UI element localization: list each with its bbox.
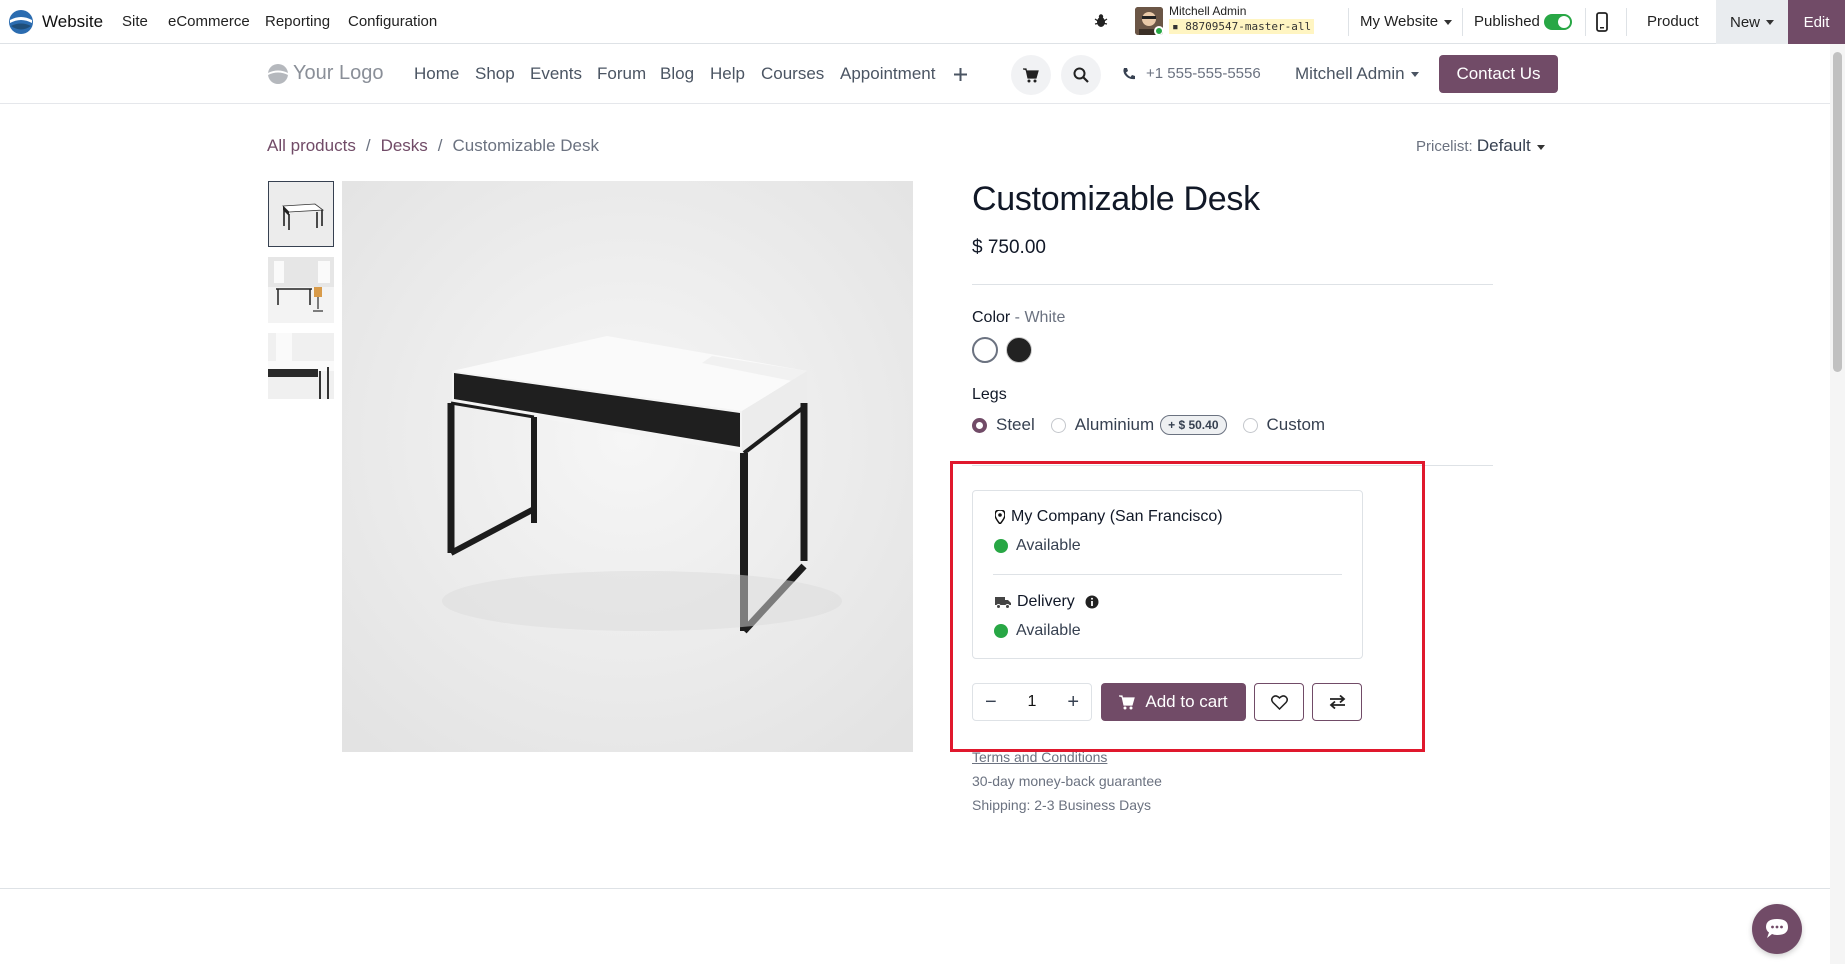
site-logo[interactable]: Your Logo — [267, 62, 383, 85]
nav-help[interactable]: Help — [710, 64, 745, 84]
legs-options: Steel Aluminium + $ 50.40 Custom — [972, 415, 1325, 435]
legs-option-label[interactable]: Custom — [1267, 415, 1326, 435]
legs-radio-aluminium[interactable] — [1050, 417, 1066, 433]
contact-us-label: Contact Us — [1456, 64, 1541, 83]
legs-option-label[interactable]: Aluminium — [1075, 415, 1154, 435]
nav-home[interactable]: Home — [414, 64, 459, 84]
chevron-down-icon — [1444, 19, 1453, 25]
chevron-down-icon — [1536, 144, 1545, 150]
bug-icon[interactable] — [1092, 12, 1110, 30]
chevron-down-icon — [1766, 19, 1774, 25]
edit-button-label: Edit — [1803, 13, 1830, 31]
breadcrumb: All products / Desks / Customizable Desk — [267, 136, 599, 156]
website-header: Your Logo Home Shop Events Forum Blog He… — [0, 44, 1830, 104]
divider — [0, 888, 1830, 889]
website-switcher[interactable]: My Website — [1360, 13, 1453, 30]
divider — [1585, 8, 1586, 36]
user-menu[interactable]: Mitchell Admin — [1295, 64, 1419, 84]
nav-appointment[interactable]: Appointment — [840, 64, 935, 84]
nav-events[interactable]: Events — [530, 64, 582, 84]
divider — [1626, 8, 1627, 36]
website-switcher-label: My Website — [1360, 13, 1439, 30]
legs-radio-steel[interactable] — [972, 417, 987, 433]
nav-forum[interactable]: Forum — [597, 64, 646, 84]
menu-configuration[interactable]: Configuration — [348, 13, 437, 30]
menu-site[interactable]: Site — [122, 13, 148, 30]
plus-icon[interactable] — [954, 68, 967, 81]
nav-shop[interactable]: Shop — [475, 64, 515, 84]
pricelist-value: Default — [1476, 136, 1531, 155]
logo-icon — [268, 63, 288, 84]
new-button[interactable]: New — [1716, 0, 1788, 44]
breadcrumb-separator: / — [437, 136, 443, 155]
color-swatch-white[interactable] — [972, 337, 998, 363]
online-status-dot — [1154, 26, 1163, 35]
price-extra-badge: + $ 50.40 — [1160, 415, 1227, 435]
guarantee-text: 30-day money-back guarantee — [972, 773, 1162, 789]
website-app-icon[interactable] — [8, 9, 34, 35]
product-menu[interactable]: Product — [1647, 13, 1699, 30]
published-label: Published — [1474, 13, 1540, 30]
database-name: 88709547-master-all — [1185, 20, 1312, 33]
live-chat-button[interactable] — [1752, 904, 1802, 954]
product-thumbnail[interactable] — [268, 333, 334, 399]
nav-blog[interactable]: Blog — [660, 64, 694, 84]
color-value: White — [1024, 309, 1066, 326]
highlight-box — [950, 461, 1425, 752]
chat-icon — [1766, 919, 1788, 938]
nav-courses[interactable]: Courses — [761, 64, 824, 84]
menu-ecommerce[interactable]: eCommerce — [168, 13, 250, 30]
database-badge: ▪ 88709547-master-all — [1169, 19, 1315, 34]
logo-text: Your Logo — [293, 62, 384, 84]
new-button-label: New — [1729, 13, 1760, 31]
phone-icon — [1123, 67, 1135, 79]
product-title: Customizable Desk — [972, 180, 1260, 218]
shipping-text: Shipping: 2-3 Business Days — [972, 797, 1151, 813]
breadcrumb-all-products[interactable]: All products — [267, 136, 356, 156]
published-toggle[interactable] — [1544, 14, 1572, 30]
color-attribute-label: Color - White — [972, 309, 1065, 327]
terms-and-conditions-link[interactable]: Terms and Conditions — [972, 749, 1107, 765]
avatar[interactable] — [1135, 7, 1163, 35]
cart-button[interactable] — [1011, 55, 1051, 95]
color-separator: - — [1010, 309, 1025, 326]
divider — [1348, 8, 1349, 36]
desk-closeup-thumbnail-image — [268, 333, 334, 399]
search-icon — [1073, 67, 1089, 83]
page-scrollbar[interactable] — [1830, 44, 1845, 964]
edit-button[interactable]: Edit — [1788, 0, 1845, 44]
search-button[interactable] — [1061, 55, 1101, 95]
legs-option-label[interactable]: Steel — [996, 415, 1035, 435]
color-swatch-black[interactable] — [1006, 337, 1032, 363]
admin-navbar: Website Site eCommerce Reporting Configu… — [0, 0, 1845, 44]
breadcrumb-desks[interactable]: Desks — [381, 136, 428, 156]
pricelist-label: Pricelist: — [1416, 138, 1473, 155]
scrollbar-thumb[interactable] — [1833, 52, 1842, 372]
product-thumbnail[interactable] — [268, 181, 334, 247]
chevron-down-icon — [1410, 72, 1419, 78]
mobile-preview-icon[interactable] — [1595, 12, 1609, 32]
phone-link[interactable]: +1 555-555-5556 — [1122, 65, 1261, 82]
desk-thumbnail-image — [269, 182, 333, 246]
legs-radio-custom[interactable] — [1242, 417, 1258, 433]
product-main-image[interactable] — [342, 181, 913, 752]
legs-label: Legs — [972, 386, 1007, 403]
user-menu-label: Mitchell Admin — [1295, 64, 1405, 83]
phone-number: +1 555-555-5556 — [1146, 65, 1261, 82]
desk-illustration — [342, 181, 913, 752]
app-name[interactable]: Website — [42, 12, 103, 32]
product-thumbnail[interactable] — [268, 257, 334, 323]
pricelist-selector[interactable]: Pricelist: Default — [1416, 136, 1545, 156]
divider — [972, 284, 1493, 285]
cart-icon — [1023, 67, 1039, 82]
product-price: $ 750.00 — [972, 237, 1046, 258]
menu-reporting[interactable]: Reporting — [265, 13, 330, 30]
divider — [1462, 8, 1463, 36]
admin-user-name[interactable]: Mitchell Admin — [1169, 4, 1246, 18]
breadcrumb-current: Customizable Desk — [452, 136, 599, 155]
desk-room-thumbnail-image — [268, 257, 334, 323]
color-label: Color — [972, 309, 1011, 326]
breadcrumb-separator: / — [365, 136, 371, 155]
contact-us-button[interactable]: Contact Us — [1439, 55, 1558, 93]
